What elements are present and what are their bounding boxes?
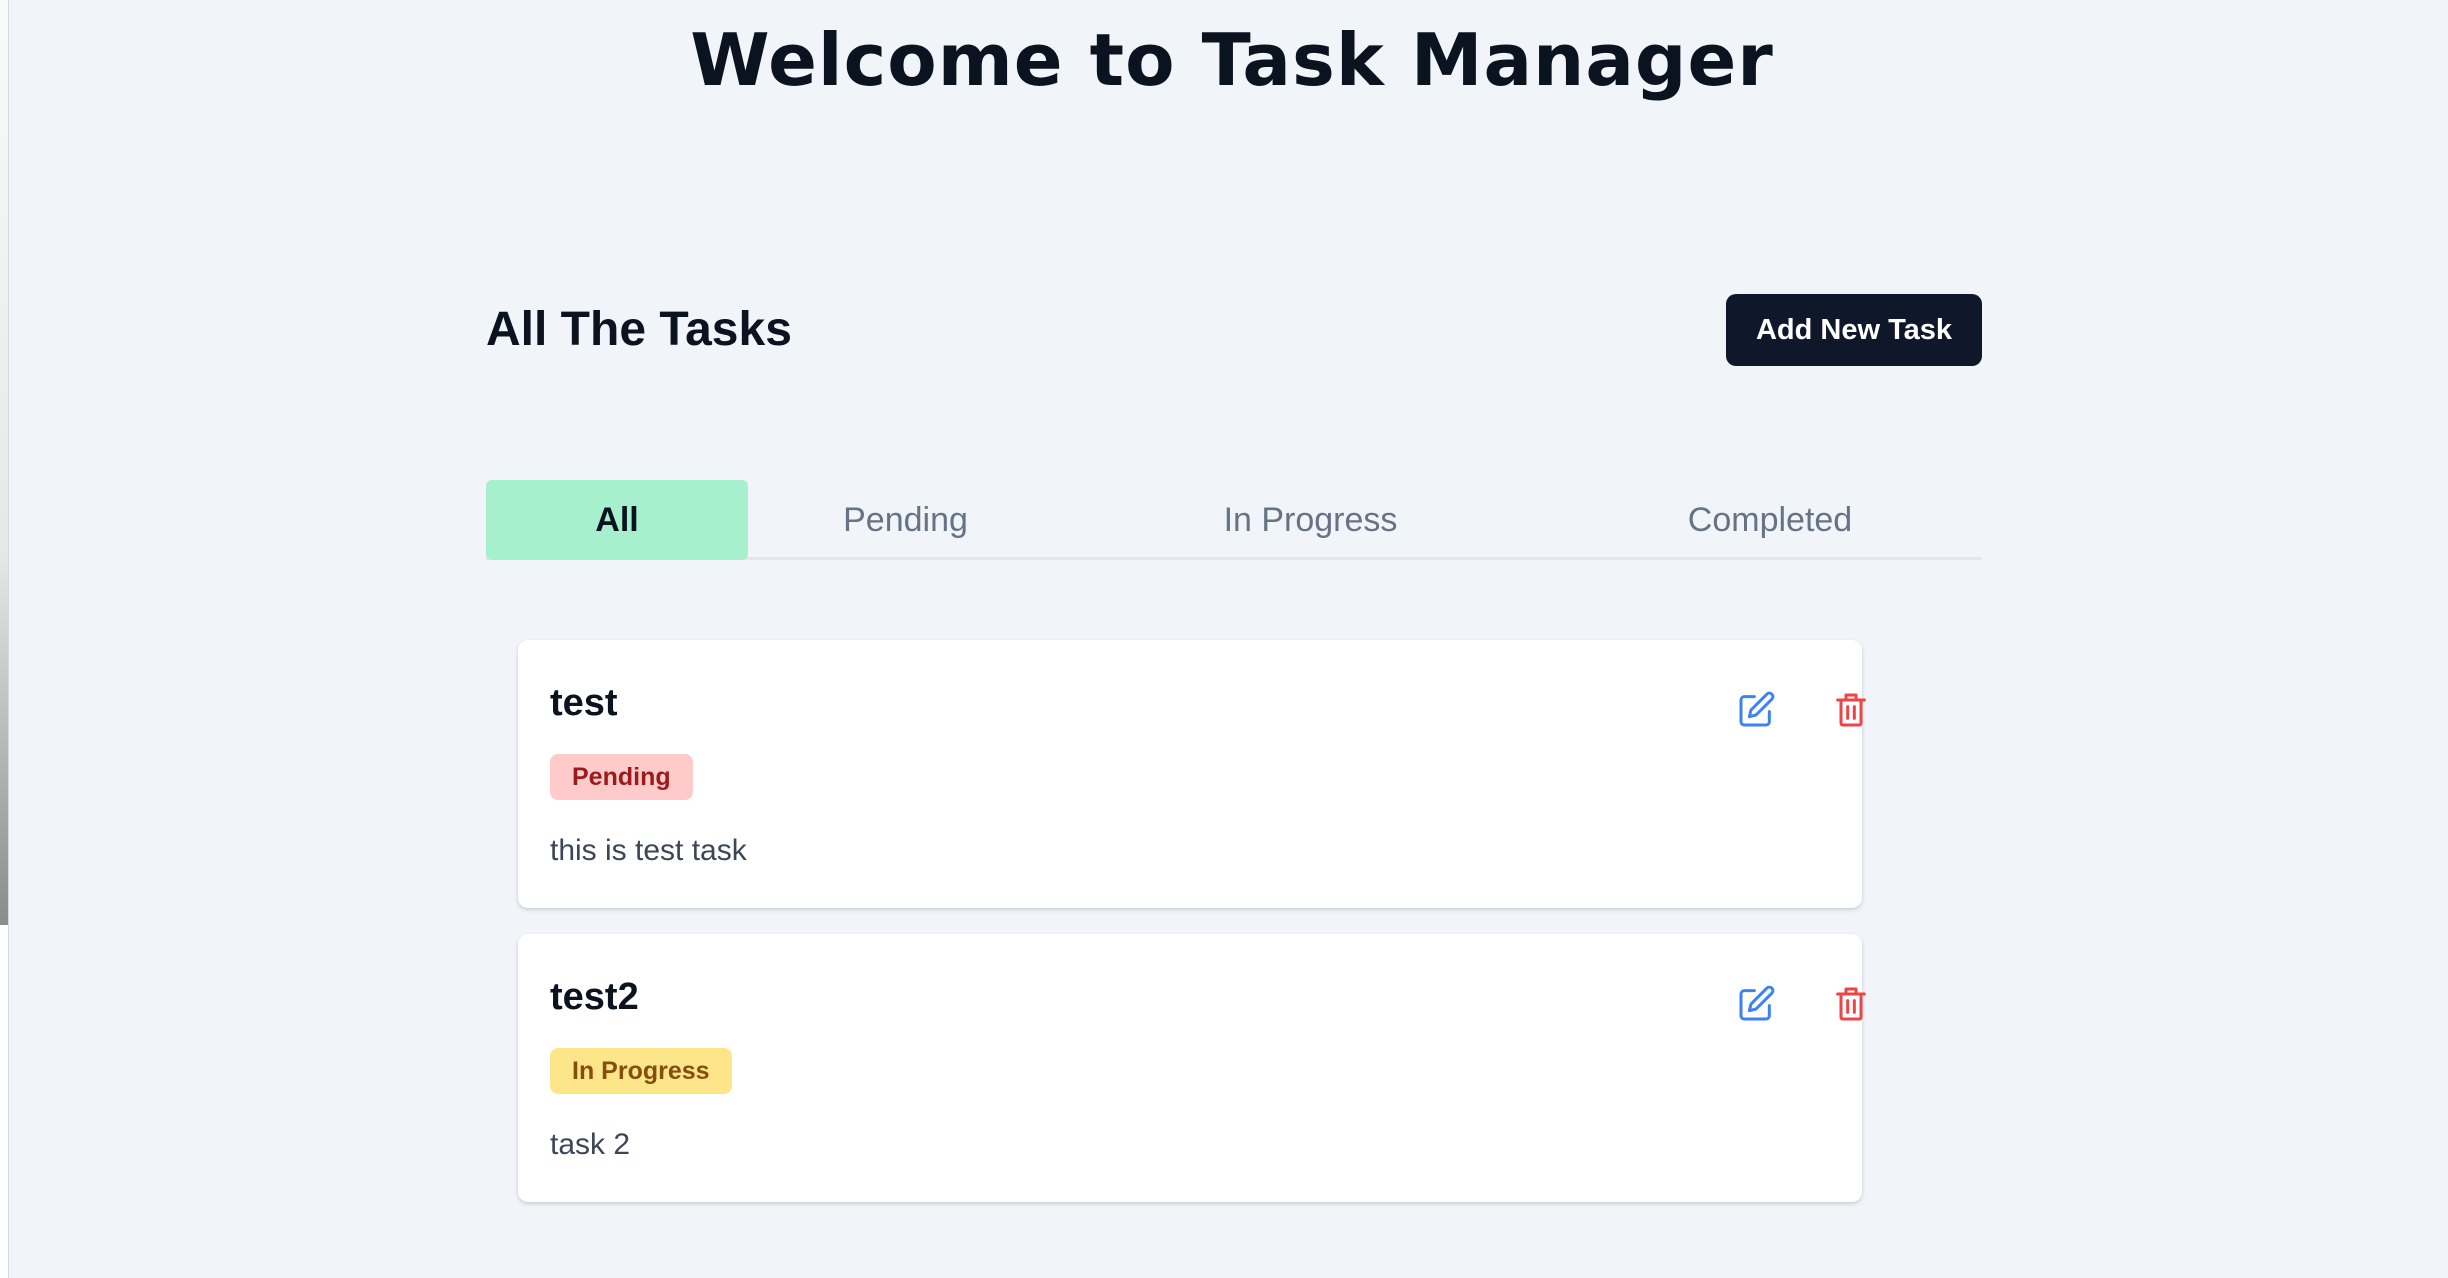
- adjacent-window-panel: [0, 0, 8, 925]
- task-title: test: [550, 682, 618, 724]
- status-tabs: All Pending In Progress Completed: [486, 480, 1982, 560]
- edit-icon: [1739, 691, 1775, 727]
- task-list: test Pending this is test task test2 In …: [518, 640, 1866, 1202]
- section-header: All The Tasks Add New Task: [486, 290, 1982, 366]
- delete-task-button[interactable]: [1827, 686, 1875, 734]
- tab-completed[interactable]: Completed: [1558, 480, 1982, 560]
- add-new-task-button[interactable]: Add New Task: [1726, 294, 1982, 366]
- tab-pending[interactable]: Pending: [748, 480, 1063, 560]
- tab-all[interactable]: All: [486, 480, 748, 560]
- trash-icon: [1836, 693, 1866, 727]
- edit-task-button[interactable]: [1732, 686, 1780, 734]
- trash-icon: [1836, 987, 1866, 1021]
- section-title: All The Tasks: [486, 303, 792, 356]
- task-description: task 2: [550, 1128, 631, 1161]
- delete-task-button[interactable]: [1827, 980, 1875, 1028]
- task-card: test2 In Progress task 2: [518, 934, 1866, 1202]
- task-title: test2: [550, 976, 639, 1018]
- task-description: this is test task: [550, 834, 747, 867]
- page-title: Welcome to Task Manager: [690, 18, 1774, 102]
- edit-task-button[interactable]: [1732, 980, 1780, 1028]
- adjacent-window-edge: [0, 0, 9, 1278]
- status-badge: In Progress: [550, 1048, 732, 1094]
- tab-in-progress[interactable]: In Progress: [1063, 480, 1558, 560]
- task-card: test Pending this is test task: [518, 640, 1866, 908]
- tasks-container: All The Tasks Add New Task All Pending I…: [486, 290, 1982, 1228]
- edit-icon: [1739, 985, 1775, 1021]
- status-badge: Pending: [550, 754, 693, 800]
